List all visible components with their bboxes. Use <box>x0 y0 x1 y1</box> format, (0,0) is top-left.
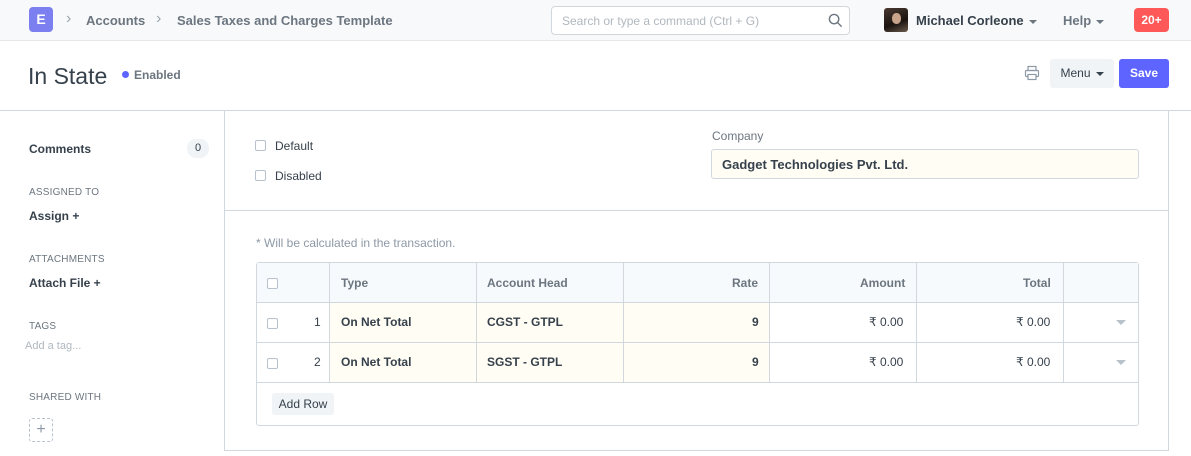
row-total: ₹ 0.00 <box>1016 355 1051 369</box>
disabled-label: Disabled <box>275 169 322 183</box>
attach-file-button[interactable]: Attach File + <box>29 276 101 290</box>
breadcrumb-template[interactable]: Sales Taxes and Charges Template <box>177 13 393 28</box>
row-expand-icon[interactable] <box>1116 360 1126 365</box>
comments-count-badge: 0 <box>187 139 209 158</box>
select-all-checkbox[interactable] <box>267 278 278 289</box>
row-checkbox[interactable] <box>267 318 278 329</box>
company-value: Gadget Technologies Pvt. Ltd. <box>722 157 909 172</box>
row-index: 2 <box>314 355 321 369</box>
table-row[interactable]: 1 On Net Total CGST - GTPL 9 ₹ 0.00 ₹ 0.… <box>257 303 1138 343</box>
row-rate[interactable]: 9 <box>752 315 759 329</box>
row-checkbox[interactable] <box>267 358 278 369</box>
column-header-rate[interactable]: Rate <box>732 276 758 290</box>
caret-down-icon <box>1028 19 1037 24</box>
column-header-amount[interactable]: Amount <box>860 276 905 290</box>
row-amount: ₹ 0.00 <box>869 315 904 329</box>
column-header-type[interactable]: Type <box>341 276 368 290</box>
default-checkbox[interactable] <box>255 140 266 151</box>
disabled-checkbox[interactable] <box>255 170 266 181</box>
row-amount: ₹ 0.00 <box>869 355 904 369</box>
print-icon[interactable] <box>1024 65 1040 81</box>
column-header-total[interactable]: Total <box>1023 276 1051 290</box>
menu-button[interactable]: Menu <box>1050 59 1114 88</box>
row-index: 1 <box>314 315 321 329</box>
status-badge: Enabled <box>134 68 181 82</box>
company-field[interactable]: Gadget Technologies Pvt. Ltd. <box>711 149 1139 179</box>
add-row-button[interactable]: Add Row <box>272 393 334 415</box>
company-label: Company <box>712 129 764 143</box>
comments-link[interactable]: Comments <box>29 142 91 156</box>
grid-header: Type Account Head Rate Amount Total <box>257 263 1138 303</box>
search-input[interactable]: Search or type a command (Ctrl + G) <box>551 6 850 35</box>
caret-down-icon <box>1096 19 1105 24</box>
row-type[interactable]: On Net Total <box>341 355 411 369</box>
row-account-head[interactable]: CGST - GTPL <box>487 315 563 329</box>
row-type[interactable]: On Net Total <box>341 315 411 329</box>
form-panel: Default Disabled Company Gadget Technolo… <box>224 110 1169 451</box>
avatar[interactable] <box>884 8 908 32</box>
status-indicator-dot <box>122 71 129 78</box>
row-account-head[interactable]: SGST - GTPL <box>487 355 562 369</box>
row-rate[interactable]: 9 <box>752 355 759 369</box>
tag-input[interactable]: Add a tag... <box>25 340 81 352</box>
help-menu[interactable]: Help <box>1063 13 1105 28</box>
attachments-caption: ATTACHMENTS <box>29 254 105 265</box>
default-label: Default <box>275 139 314 153</box>
app-logo[interactable]: E <box>29 7 53 32</box>
column-header-account-head[interactable]: Account Head <box>487 276 568 290</box>
plus-icon: + <box>36 421 46 438</box>
chevron-right-icon: › <box>66 10 72 27</box>
search-placeholder: Search or type a command (Ctrl + G) <box>562 14 760 28</box>
calculation-note: * Will be calculated in the transaction. <box>256 236 456 250</box>
notification-badge[interactable]: 20+ <box>1134 8 1169 32</box>
chevron-right-icon: › <box>156 10 162 27</box>
taxes-grid: Type Account Head Rate Amount Total 1 On… <box>256 262 1139 426</box>
tags-caption: TAGS <box>29 321 57 332</box>
assign-button[interactable]: Assign + <box>29 209 79 223</box>
save-button[interactable]: Save <box>1119 59 1169 88</box>
caret-down-icon <box>1095 71 1104 76</box>
breadcrumb-accounts[interactable]: Accounts <box>86 13 145 28</box>
table-row[interactable]: 2 On Net Total SGST - GTPL 9 ₹ 0.00 ₹ 0.… <box>257 343 1138 383</box>
row-total: ₹ 0.00 <box>1016 315 1051 329</box>
page-head: In State Enabled Menu Save <box>0 42 1191 111</box>
navbar: E › Accounts › Sales Taxes and Charges T… <box>0 0 1191 41</box>
row-expand-icon[interactable] <box>1116 320 1126 325</box>
section-divider <box>225 210 1168 211</box>
add-share-button[interactable]: + <box>29 418 53 442</box>
shared-with-caption: SHARED WITH <box>29 392 102 403</box>
page-title: In State <box>28 63 108 89</box>
user-menu[interactable]: Michael Corleone <box>916 13 1037 28</box>
search-icon[interactable] <box>828 13 843 28</box>
assigned-to-caption: ASSIGNED TO <box>29 187 100 198</box>
